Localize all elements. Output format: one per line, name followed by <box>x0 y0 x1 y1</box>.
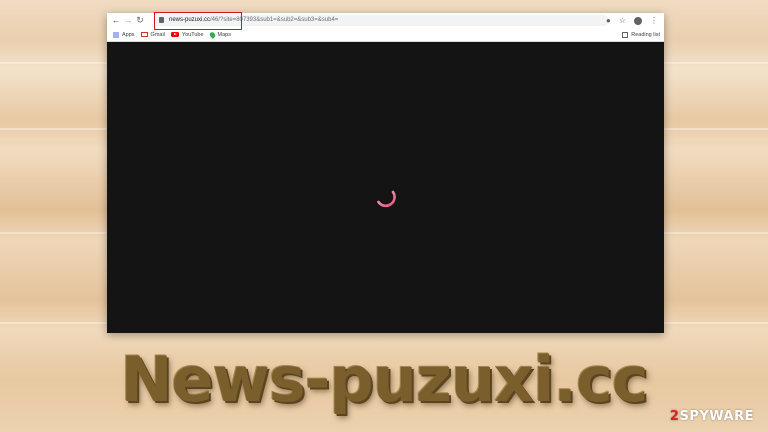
watermark-mark: E <box>744 409 754 424</box>
bookmark-label: Maps <box>217 31 231 38</box>
bookmark-star-icon[interactable]: ☆ <box>619 13 626 28</box>
browser-window: ← → ↻ news-puzuxi.cc/46/?site=807393&sub… <box>107 13 664 333</box>
bookmark-maps[interactable]: Maps <box>208 30 231 39</box>
extension-icon[interactable]: ● <box>606 13 611 28</box>
reading-list-icon <box>622 31 629 38</box>
page-title: News-puzuxi.cc <box>120 343 649 416</box>
bookmark-label: Gmail <box>150 31 165 38</box>
watermark-logo: 2SPYWARE <box>670 409 754 424</box>
apps-icon <box>113 31 119 38</box>
bookmark-label: YouTube <box>181 31 204 38</box>
bookmarks-bar: Apps Gmail YouTube Maps Reading list <box>107 28 664 42</box>
watermark-text: SPYWAR <box>679 409 745 424</box>
menu-icon[interactable]: ⋮ <box>650 13 658 28</box>
reload-icon[interactable]: ↻ <box>134 13 146 28</box>
back-icon[interactable]: ← <box>110 13 122 28</box>
bookmark-apps[interactable]: Apps <box>113 31 135 38</box>
reading-list-label: Reading list <box>631 31 660 38</box>
youtube-icon <box>170 32 179 37</box>
url-highlight-box <box>154 12 242 30</box>
gmail-icon <box>140 32 148 37</box>
bookmark-youtube[interactable]: YouTube <box>170 31 204 38</box>
toolbar-actions: ● ☆ ⋮ <box>606 13 658 28</box>
bookmark-label: Apps <box>122 31 135 38</box>
forward-icon[interactable]: → <box>122 13 134 28</box>
loading-spinner-icon <box>377 190 396 208</box>
profile-avatar-icon[interactable] <box>634 16 642 25</box>
page-viewport[interactable] <box>107 42 664 333</box>
reading-list-button[interactable]: Reading list <box>622 28 660 41</box>
maps-icon <box>208 30 216 39</box>
bookmark-gmail[interactable]: Gmail <box>140 31 165 38</box>
